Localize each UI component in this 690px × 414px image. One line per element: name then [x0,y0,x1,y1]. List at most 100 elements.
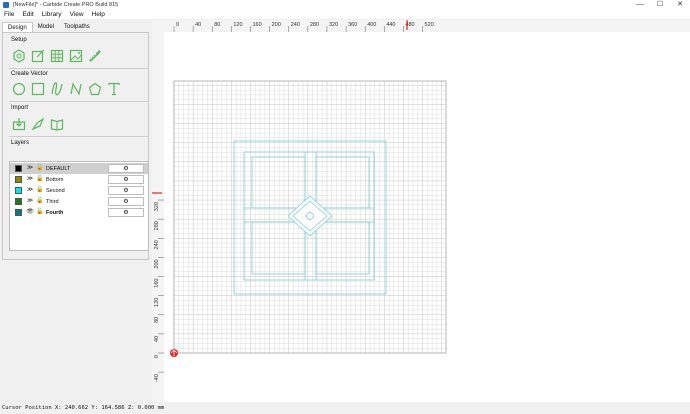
layer-color-swatch[interactable] [15,176,22,183]
menu-edit[interactable]: Edit [18,11,37,18]
ruler-x-label: 80 [214,22,220,28]
ruler-x-label: 0 [176,22,179,28]
ruler-x-label: 400 [367,22,376,28]
sidebar: Design Model Toolpaths Setup Create Vect… [0,20,152,402]
setup-heading: Setup [11,37,27,43]
eye-hidden-icon[interactable]: ≫ [26,187,34,194]
import-heading: Import [11,105,29,111]
measure-icon[interactable] [88,49,102,63]
layer-color-swatch[interactable] [15,165,22,172]
gear-icon[interactable]: ⚙ [108,164,144,173]
curve-icon[interactable] [50,82,64,96]
layer-color-swatch[interactable] [15,198,22,205]
menu-bar: File Edit Library View Help [0,9,690,19]
ruler-x-label: 40 [195,22,201,28]
layer-row[interactable]: 👁 🔓 Fourth ⚙ [10,207,148,218]
ruler-y-label: 80 [154,317,160,323]
ruler-y-label: 0 [154,355,160,358]
tab-toolpaths[interactable]: Toolpaths [59,22,95,32]
window-title: [NewFile]* - Carbide Create PRO Build 81… [13,1,119,8]
lock-icon[interactable]: 🔓 [36,198,43,205]
lock-icon[interactable]: 🔓 [36,209,43,216]
divider [9,136,149,137]
edit-icon[interactable] [31,49,45,63]
divider [9,68,149,69]
ruler-y-label: 120 [154,298,160,307]
ruler-y-label: 320 [154,202,160,211]
layer-row[interactable]: ≫ 🔓 Bottom ⚙ [10,174,148,185]
create-vector-heading: Create Vector [11,71,48,77]
ruler-y-label: 240 [154,240,160,249]
ruler-x-label: 320 [329,22,338,28]
layer-name: DEFAULT [46,165,71,172]
ruler-x-label: 160 [252,22,261,28]
lock-icon[interactable]: 🔓 [36,187,43,194]
eye-hidden-icon[interactable]: ≫ [26,165,34,172]
ruler-y-label: 280 [154,221,160,230]
gear-icon[interactable]: ⚙ [108,175,144,184]
layer-row[interactable]: ≫ 🔓 Third ⚙ [10,196,148,207]
job-setup-icon[interactable] [12,49,26,63]
rectangle-icon[interactable] [31,82,45,96]
library-icon[interactable] [50,117,64,131]
design-canvas-area[interactable]: 0 40 80 120 160 200 240 280 320 360 400 440 480 520 32… [152,20,690,402]
layer-color-swatch[interactable] [15,209,22,216]
menu-help[interactable]: Help [88,11,109,18]
vector-tools [12,82,121,96]
import-vector-icon[interactable] [12,117,26,131]
polygon-icon[interactable] [88,82,102,96]
canvas-background [152,20,690,402]
menu-file[interactable]: File [0,11,18,18]
eye-hidden-icon[interactable]: ≫ [26,198,34,205]
layers-heading: Layers [11,140,30,146]
ruler-y-label: -40 [154,374,160,382]
text-icon[interactable] [107,82,121,96]
ruler-x-label: 120 [233,22,242,28]
ruler-x-label: 520 [425,22,434,28]
ruler-y-label: 40 [154,336,160,342]
menu-view[interactable]: View [66,11,88,18]
lock-icon[interactable]: 🔓 [36,176,43,183]
close-icon[interactable]: ✕ [670,0,690,9]
layer-color-swatch[interactable] [15,187,22,194]
title-bar: [NewFile]* - Carbide Create PRO Build 81… [0,0,690,9]
ruler-y-label: 160 [154,279,160,288]
gear-icon[interactable]: ⚙ [108,208,144,217]
grid-icon[interactable] [50,49,64,63]
status-bar: Cursor Position X: 240.662 Y: 164.586 Z:… [0,402,690,414]
setup-tools [12,49,102,63]
circle-icon[interactable] [12,82,26,96]
layer-name: Bottom [46,176,64,183]
ruler-x-label: 440 [386,22,395,28]
ruler-y-label: 200 [154,259,160,268]
menu-library[interactable]: Library [38,11,66,18]
ruler-x-label: 360 [348,22,357,28]
design-panel: Setup Create Vector Import Layers ≫ 🔓 DE… [2,32,149,260]
origin-icon [170,349,178,357]
layer-row[interactable]: ≫ 🔓 Second ⚙ [10,185,148,196]
app-icon [3,1,9,8]
layer-name: Second [46,187,65,194]
tab-model[interactable]: Model [33,22,59,32]
eye-hidden-icon[interactable]: ≫ [26,176,34,183]
ruler-x-label: 280 [310,22,319,28]
tab-bar: Design Model Toolpaths [2,22,95,32]
polyline-icon[interactable] [69,82,83,96]
design-canvas[interactable]: 0 40 80 120 160 200 240 280 320 360 400 440 480 52032… [152,20,690,402]
window-controls: — ☐ ✕ [630,0,690,9]
gear-icon[interactable]: ⚙ [108,197,144,206]
lock-icon[interactable]: 🔓 [36,165,43,172]
maximize-icon[interactable]: ☐ [650,0,670,9]
layer-row[interactable]: ≫ 🔓 DEFAULT ⚙ [10,163,148,174]
eye-visible-icon[interactable]: 👁 [26,209,34,216]
import-model-icon[interactable] [31,117,45,131]
image-icon[interactable] [69,49,83,63]
divider [9,101,149,102]
layers-list: ≫ 🔓 DEFAULT ⚙ ≫ 🔓 Bottom ⚙ ≫ 🔓 Second ⚙ … [9,161,149,251]
layer-name: Third [46,198,59,205]
tab-design[interactable]: Design [2,22,33,32]
gear-icon[interactable]: ⚙ [108,186,144,195]
ruler-x-label: 240 [291,22,300,28]
layer-name: Fourth [46,209,64,216]
minimize-icon[interactable]: — [630,0,650,9]
